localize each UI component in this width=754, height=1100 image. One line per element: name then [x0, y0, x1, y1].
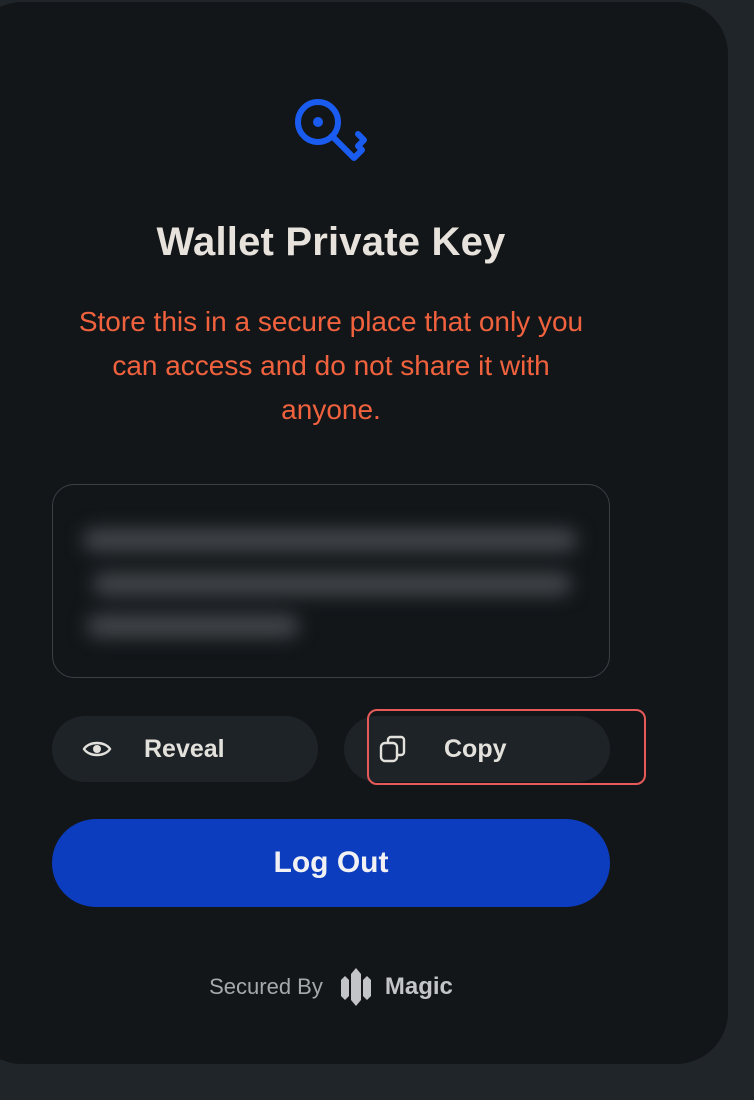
secured-by-footer: Secured By Magic — [0, 962, 692, 1012]
private-key-field[interactable] — [52, 484, 610, 678]
secured-by-label: Secured By — [209, 974, 323, 999]
magic-logo-icon — [340, 968, 371, 1006]
dialog-title: Wallet Private Key — [156, 220, 506, 264]
eye-icon — [82, 741, 112, 757]
reveal-button-label: Reveal — [144, 735, 225, 763]
reveal-button[interactable]: Reveal — [52, 716, 318, 782]
blurred-key-text — [53, 485, 609, 677]
key-icon — [295, 99, 367, 161]
log-out-button[interactable]: Log Out — [52, 819, 610, 907]
copy-button-highlight — [367, 709, 646, 785]
private-key-dialog: Wallet Private Key Store this in a secur… — [0, 2, 728, 1064]
magic-brand-name: Magic — [384, 973, 453, 1000]
security-warning: Store this in a secure place that only y… — [78, 306, 584, 425]
